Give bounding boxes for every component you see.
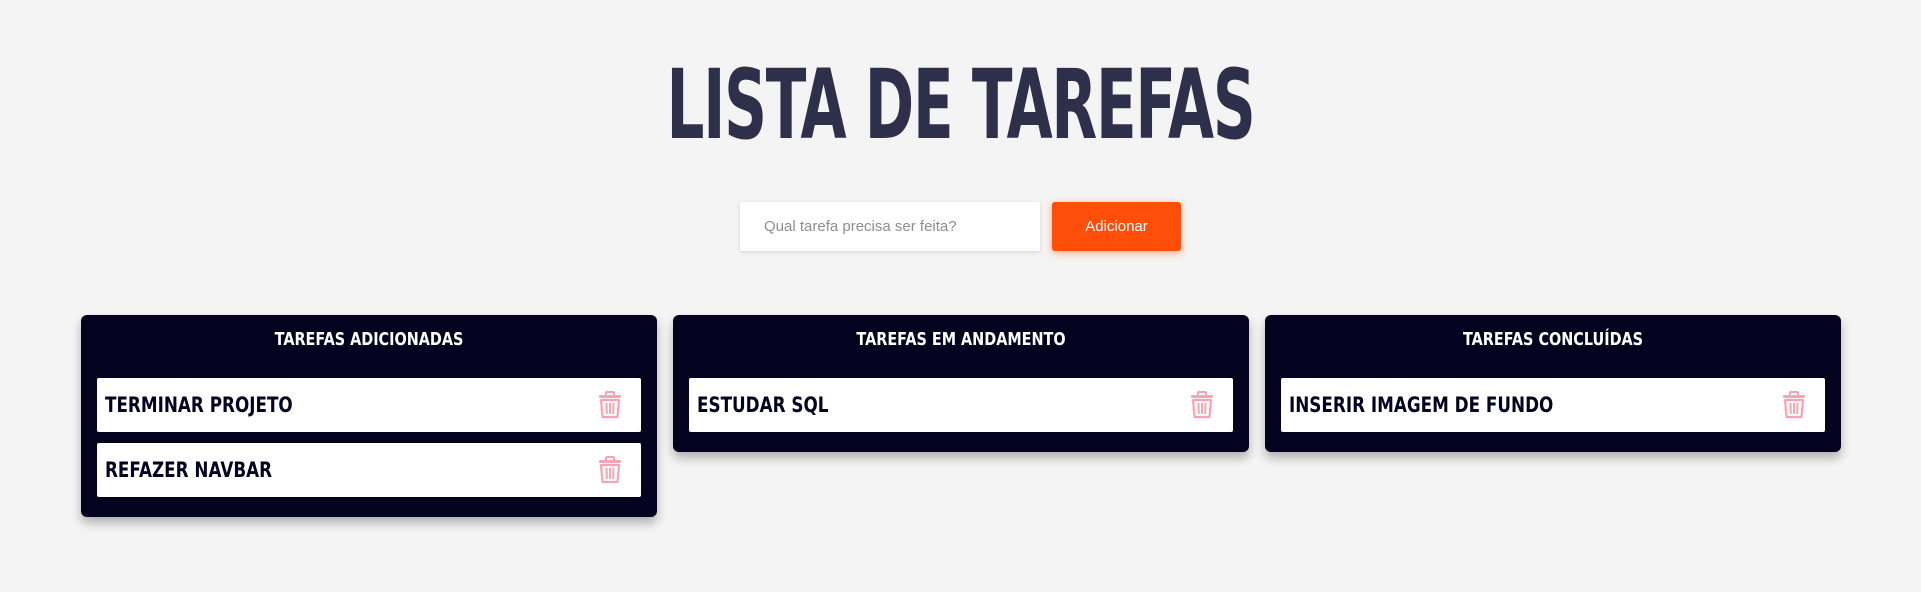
- todo-page: LISTA DE TAREFAS Adicionar TAREFAS ADICI…: [0, 0, 1921, 592]
- task-item[interactable]: INSERIR IMAGEM DE FUNDO: [1281, 378, 1825, 432]
- page-title: LISTA DE TAREFAS: [666, 49, 1256, 161]
- task-input[interactable]: [740, 202, 1040, 251]
- column-in-progress: TAREFAS EM ANDAMENTO ESTUDAR SQL: [673, 315, 1249, 452]
- delete-task-button[interactable]: [1779, 389, 1809, 421]
- task-item[interactable]: TERMINAR PROJETO: [97, 378, 641, 432]
- delete-task-button[interactable]: [595, 389, 625, 421]
- trash-icon: [1190, 391, 1214, 419]
- task-list: ESTUDAR SQL: [689, 378, 1233, 432]
- task-text: ESTUDAR SQL: [697, 393, 829, 417]
- column-completed: TAREFAS CONCLUÍDAS INSERIR IMAGEM DE FUN…: [1265, 315, 1841, 452]
- column-title: TAREFAS CONCLUÍDAS: [1462, 329, 1644, 350]
- task-list: TERMINAR PROJETO REFAZER NAVBAR: [97, 378, 641, 497]
- delete-task-button[interactable]: [595, 454, 625, 486]
- column-title: TAREFAS EM ANDAMENTO: [856, 329, 1066, 350]
- task-item[interactable]: REFAZER NAVBAR: [97, 443, 641, 497]
- task-text: REFAZER NAVBAR: [105, 458, 273, 482]
- task-text: TERMINAR PROJETO: [105, 393, 293, 417]
- column-added: TAREFAS ADICIONADAS TERMINAR PROJETO REF…: [81, 315, 657, 517]
- task-list: INSERIR IMAGEM DE FUNDO: [1281, 378, 1825, 432]
- add-button[interactable]: Adicionar: [1052, 202, 1181, 251]
- add-task-form: Adicionar: [740, 202, 1181, 251]
- trash-icon: [598, 391, 622, 419]
- column-title: TAREFAS ADICIONADAS: [274, 329, 464, 350]
- delete-task-button[interactable]: [1187, 389, 1217, 421]
- task-text: INSERIR IMAGEM DE FUNDO: [1289, 393, 1554, 417]
- trash-icon: [598, 456, 622, 484]
- task-item[interactable]: ESTUDAR SQL: [689, 378, 1233, 432]
- trash-icon: [1782, 391, 1806, 419]
